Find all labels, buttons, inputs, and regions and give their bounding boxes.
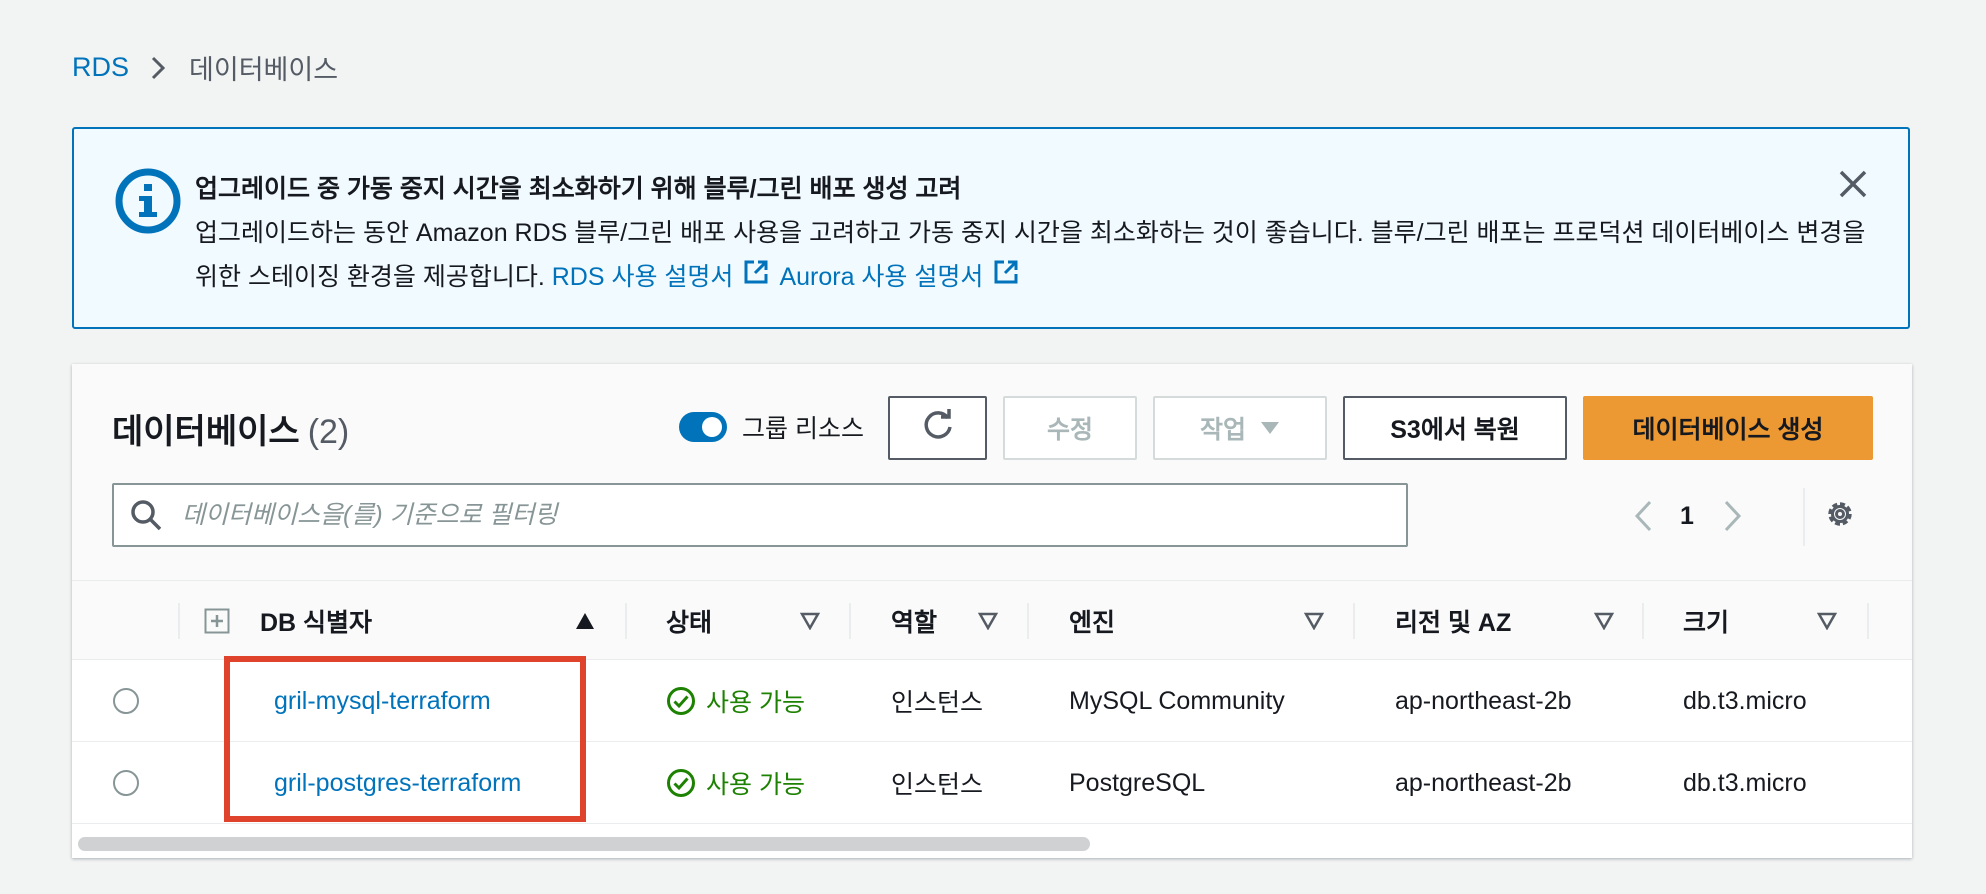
status-badge: 사용 가능 (666, 742, 805, 824)
actions-label: 작업 (1199, 416, 1246, 444)
size-cell: db.t3.micro (1683, 686, 1807, 715)
current-page[interactable]: 1 (1680, 502, 1694, 531)
column-header-region[interactable]: 리전 및 AZ (1395, 581, 1511, 661)
status-badge: 사용 가능 (666, 660, 805, 742)
db-identifier-link[interactable]: gril-mysql-terraform (274, 687, 491, 716)
pager-divider (1803, 488, 1805, 546)
info-alert: 업그레이드 중 가동 중지 시간을 최소화하기 위해 블루/그린 배포 생성 고… (72, 127, 1910, 329)
chevron-right-icon (151, 56, 166, 80)
region-cell: ap-northeast-2b (1395, 686, 1572, 715)
column-divider (1353, 603, 1355, 639)
rds-user-guide-link[interactable]: RDS 사용 설명서 (552, 255, 780, 299)
role-cell: 인스턴스 (891, 689, 984, 717)
engine-cell: PostgreSQL (1069, 768, 1206, 797)
rds-user-guide-label: RDS 사용 설명서 (551, 263, 734, 291)
column-divider (178, 603, 180, 639)
panel-header: 데이터베이스 (2) 그룹 리소스 수정 작업 S3에서 복원 데이터베이스 생성 (72, 364, 1912, 580)
column-header-engine[interactable]: 엔진 (1069, 581, 1115, 661)
column-divider (625, 603, 627, 639)
info-icon (114, 167, 182, 240)
external-link-icon (743, 255, 769, 299)
aurora-user-guide-link[interactable]: Aurora 사용 설명서 (779, 255, 1029, 299)
external-link-icon (993, 255, 1019, 299)
region-cell: ap-northeast-2b (1395, 768, 1572, 797)
status-text: 사용 가능 (706, 689, 805, 717)
row-select-radio[interactable] (113, 688, 139, 714)
column-divider (1027, 603, 1029, 639)
group-resources-toggle[interactable]: 그룹 리소스 (679, 409, 864, 445)
column-header-size[interactable]: 크기 (1683, 581, 1729, 661)
column-header-role[interactable]: 역할 (891, 581, 937, 661)
sort-icon[interactable] (1594, 612, 1614, 630)
sort-icon[interactable] (1304, 612, 1324, 630)
chevron-left-icon[interactable] (1634, 500, 1652, 532)
table-row[interactable]: gril-mysql-terraform 사용 가능 인스턴스 MySQL Co… (72, 660, 1912, 742)
sort-icon[interactable] (800, 612, 820, 630)
column-divider (1642, 603, 1644, 639)
breadcrumb: RDS 데이터베이스 (72, 48, 338, 87)
check-circle-icon (666, 768, 696, 798)
check-circle-icon (666, 686, 696, 716)
restore-from-s3-button[interactable]: S3에서 복원 (1343, 396, 1567, 460)
toggle-knob (702, 417, 722, 437)
role-cell: 인스턴스 (891, 771, 984, 799)
filter-search[interactable] (112, 483, 1408, 547)
table-header: DB 식별자 상태 역할 엔진 리전 및 AZ 크기 (72, 580, 1912, 660)
databases-panel: 데이터베이스 (2) 그룹 리소스 수정 작업 S3에서 복원 데이터베이스 생성 (72, 364, 1912, 858)
actions-button[interactable]: 작업 (1153, 396, 1327, 460)
search-icon (130, 499, 162, 531)
column-divider (849, 603, 851, 639)
column-header-identifier[interactable]: DB 식별자 (260, 581, 372, 661)
row-select-radio[interactable] (113, 770, 139, 796)
toggle-label: 그룹 리소스 (742, 415, 864, 443)
alert-body-text: 업그레이드하는 동안 Amazon RDS 블루/그린 배포 사용을 고려하고 … (195, 219, 1866, 291)
toggle-switch[interactable] (679, 412, 727, 442)
column-header-status[interactable]: 상태 (666, 581, 712, 661)
close-icon[interactable] (1838, 169, 1868, 204)
sort-ascending-icon[interactable] (575, 612, 595, 630)
expand-icon[interactable] (204, 608, 230, 634)
alert-body: 업그레이드하는 동안 Amazon RDS 블루/그린 배포 사용을 고려하고 … (195, 211, 1875, 299)
resource-count: (2) (307, 413, 350, 451)
page-title: 데이터베이스 (2) (112, 404, 349, 453)
chevron-right-icon[interactable] (1724, 500, 1742, 532)
search-input[interactable] (180, 499, 1406, 531)
status-text: 사용 가능 (706, 771, 805, 799)
table-row[interactable]: gril-postgres-terraform 사용 가능 인스턴스 Postg… (72, 742, 1912, 824)
breadcrumb-current: 데이터베이스 (189, 55, 339, 85)
pagination: 1 (1634, 488, 1742, 544)
engine-cell: MySQL Community (1069, 686, 1285, 715)
create-database-button[interactable]: 데이터베이스 생성 (1583, 396, 1873, 460)
scrollbar-thumb[interactable] (78, 837, 1090, 851)
caret-down-icon (1260, 421, 1280, 435)
horizontal-scrollbar[interactable] (72, 828, 1912, 858)
gear-icon[interactable] (1824, 498, 1856, 530)
refresh-icon (921, 408, 955, 449)
breadcrumb-rds-link[interactable]: RDS (72, 52, 129, 83)
edit-button[interactable]: 수정 (1003, 396, 1137, 460)
panel-title-text: 데이터베이스 (112, 413, 300, 451)
sort-icon[interactable] (1817, 612, 1837, 630)
column-divider (1867, 603, 1869, 639)
aurora-user-guide-label: Aurora 사용 설명서 (779, 263, 984, 291)
db-identifier-link[interactable]: gril-postgres-terraform (274, 769, 521, 798)
size-cell: db.t3.micro (1683, 768, 1807, 797)
refresh-button[interactable] (888, 396, 987, 460)
alert-title: 업그레이드 중 가동 중지 시간을 최소화하기 위해 블루/그린 배포 생성 고… (195, 175, 962, 203)
sort-icon[interactable] (978, 612, 998, 630)
